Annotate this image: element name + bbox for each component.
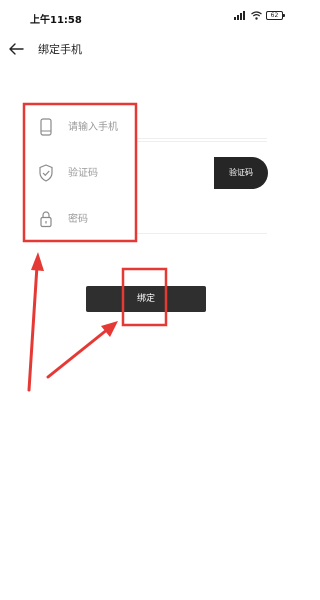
- status-time: 上午11:58: [30, 15, 82, 26]
- wifi-icon: [251, 11, 262, 20]
- phone-row-divider: [137, 138, 267, 139]
- arrow-to-form: [27, 264, 39, 392]
- status-icons: 62: [234, 11, 285, 20]
- arrow-to-form-head: [31, 252, 44, 271]
- password-input[interactable]: [68, 207, 208, 231]
- send-code-button[interactable]: 验证码: [214, 157, 268, 189]
- lock-icon: [40, 211, 52, 228]
- cellular-signal-icon: [234, 11, 247, 20]
- phone-row: [24, 105, 267, 149]
- bind-button[interactable]: 绑定: [86, 286, 206, 312]
- status-bar: 上午11:58 62: [0, 0, 307, 38]
- shield-check-icon: [39, 164, 53, 182]
- phone-input[interactable]: [68, 115, 208, 139]
- arrow-to-button: [46, 327, 110, 379]
- arrow-to-button-head: [101, 321, 118, 337]
- nav-bar: 绑定手机: [0, 36, 307, 62]
- password-row-divider: [137, 233, 267, 234]
- phone-icon: [40, 118, 52, 136]
- code-row-divider: [137, 141, 267, 142]
- back-arrow-icon[interactable]: [6, 39, 26, 59]
- battery-icon: 62: [266, 11, 285, 20]
- page-title: 绑定手机: [38, 43, 82, 56]
- code-input[interactable]: [68, 161, 208, 185]
- password-row: [24, 197, 267, 241]
